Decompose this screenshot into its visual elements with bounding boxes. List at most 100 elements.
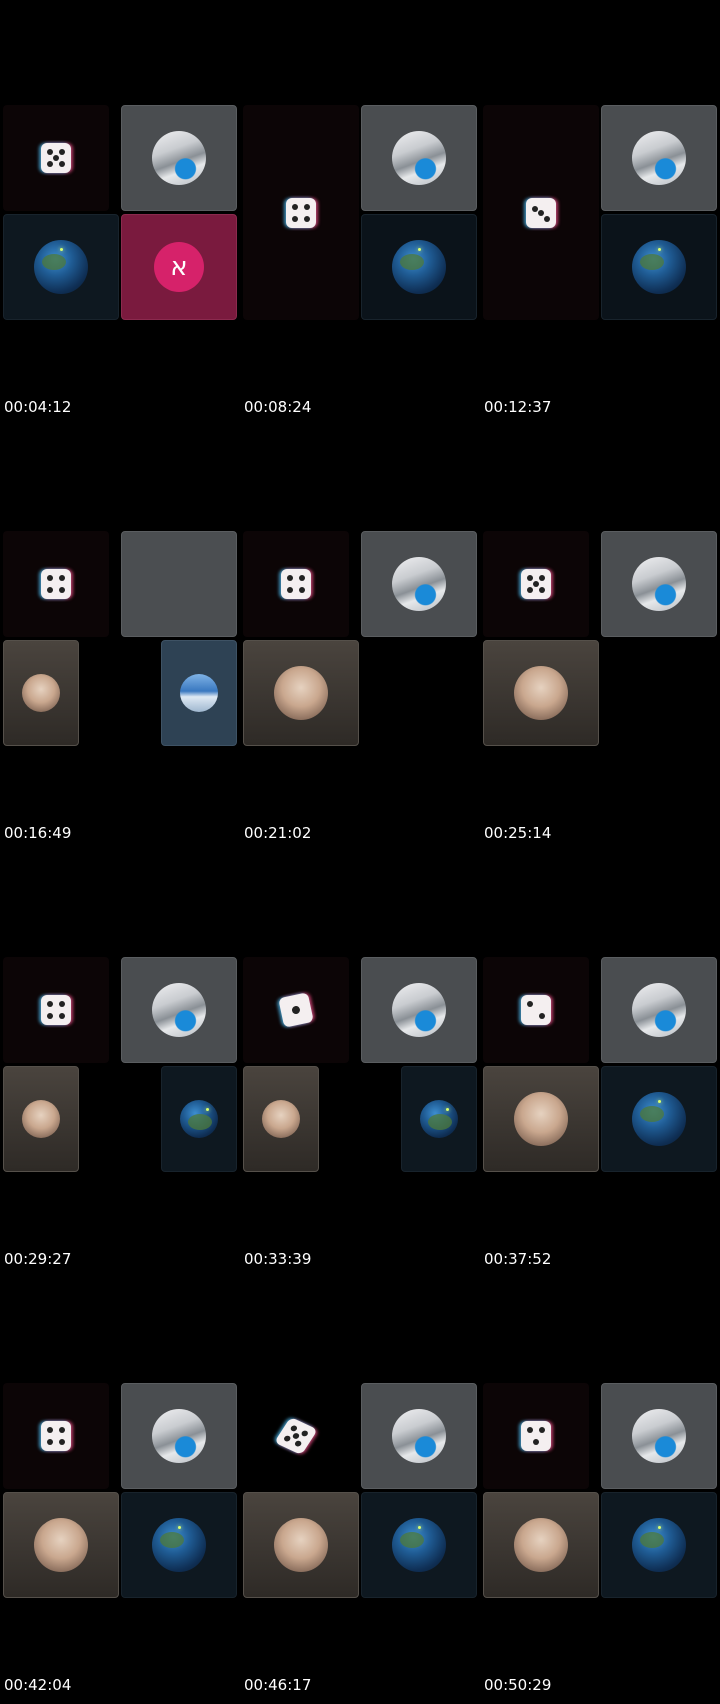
participant-tile-dice[interactable] xyxy=(243,957,349,1063)
ice-avatar-image xyxy=(392,1409,446,1463)
participant-tile-dice[interactable] xyxy=(483,1383,589,1489)
dice-icon xyxy=(41,1421,71,1451)
participant-tile-ice[interactable] xyxy=(361,531,477,637)
participant-tile-face[interactable] xyxy=(483,1066,599,1172)
video-frame: 00:12:37 xyxy=(480,0,720,420)
participant-tile-ice[interactable] xyxy=(601,105,717,211)
video-frame: 00:50:29 xyxy=(480,1278,720,1698)
timestamp: 00:42:04 xyxy=(4,1676,72,1694)
ice-avatar-image xyxy=(152,983,206,1037)
timestamp: 00:12:37 xyxy=(484,398,552,416)
timestamp: 00:16:49 xyxy=(4,824,72,842)
participant-tile-face[interactable] xyxy=(3,640,79,746)
video-frame: 00:16:49 xyxy=(0,426,240,846)
video-frame: 00:42:04 xyxy=(0,1278,240,1698)
face-avatar-image xyxy=(514,666,568,720)
dice-icon xyxy=(521,569,551,599)
ice-avatar-image xyxy=(632,131,686,185)
face-avatar-image xyxy=(514,1092,568,1146)
earth-avatar-image xyxy=(632,1092,686,1146)
face-avatar-image xyxy=(514,1518,568,1572)
participant-tile-ice[interactable] xyxy=(361,957,477,1063)
sky-avatar-image xyxy=(180,674,218,712)
timestamp: 00:21:02 xyxy=(244,824,312,842)
participant-tile-dice[interactable] xyxy=(243,1383,349,1489)
earth-avatar-image xyxy=(420,1100,458,1138)
timestamp: 00:25:14 xyxy=(484,824,552,842)
participant-tile-earth[interactable] xyxy=(3,214,119,320)
dice-icon xyxy=(521,1421,551,1451)
participant-tile-dice[interactable] xyxy=(243,531,349,637)
participant-tile-ice[interactable] xyxy=(601,531,717,637)
dice-icon xyxy=(521,995,551,1025)
timestamp: 00:46:17 xyxy=(244,1676,312,1694)
participant-tile-dice[interactable] xyxy=(243,105,359,320)
face-avatar-image xyxy=(22,1100,60,1138)
participant-tile-letter[interactable]: א xyxy=(121,214,237,320)
video-frame: 00:46:17 xyxy=(240,1278,480,1698)
participant-tile-face[interactable] xyxy=(243,1492,359,1598)
participant-tile-ice[interactable] xyxy=(121,1383,237,1489)
ice-avatar-image xyxy=(392,131,446,185)
timestamp: 00:29:27 xyxy=(4,1250,72,1268)
participant-tile-ice[interactable] xyxy=(601,957,717,1063)
earth-avatar-image xyxy=(180,1100,218,1138)
letter-avatar: א xyxy=(154,242,204,292)
face-avatar-image xyxy=(274,666,328,720)
participant-tile-earth[interactable] xyxy=(361,214,477,320)
participant-tile-ice[interactable] xyxy=(601,1383,717,1489)
participant-tile-sky[interactable] xyxy=(161,640,237,746)
timestamp: 00:08:24 xyxy=(244,398,312,416)
participant-tile-dice[interactable] xyxy=(3,531,109,637)
earth-avatar-image xyxy=(632,240,686,294)
participant-tile-earth[interactable] xyxy=(601,1492,717,1598)
timestamp: 00:04:12 xyxy=(4,398,72,416)
video-frame: 00:25:14 xyxy=(480,426,720,846)
participant-tile-earth[interactable] xyxy=(601,214,717,320)
participant-tile-earth[interactable] xyxy=(161,1066,237,1172)
participant-tile-dice[interactable] xyxy=(483,531,589,637)
dice-icon xyxy=(286,197,316,228)
participant-tile-face[interactable] xyxy=(483,640,599,746)
participant-tile-dice[interactable] xyxy=(483,957,589,1063)
ice-avatar-image xyxy=(632,557,686,611)
participant-tile-dice[interactable] xyxy=(3,105,109,211)
participant-tile-earth[interactable] xyxy=(401,1066,477,1172)
participant-tile-dice[interactable] xyxy=(3,1383,109,1489)
participant-tile-face[interactable] xyxy=(243,640,359,746)
participant-tile-face[interactable] xyxy=(3,1066,79,1172)
participant-tile-ice[interactable] xyxy=(121,957,237,1063)
ice-avatar-image xyxy=(152,131,206,185)
participant-tile-ice[interactable] xyxy=(121,531,237,637)
participant-tile-earth[interactable] xyxy=(601,1066,717,1172)
dice-icon xyxy=(274,1416,318,1456)
earth-avatar-image xyxy=(392,240,446,294)
dice-icon xyxy=(41,143,71,173)
participant-tile-face[interactable] xyxy=(483,1492,599,1598)
video-frame: 00:21:02 xyxy=(240,426,480,846)
video-frame: 00:37:52 xyxy=(480,852,720,1272)
video-frame: 00:33:39 xyxy=(240,852,480,1272)
earth-avatar-image xyxy=(34,240,88,294)
timestamp: 00:33:39 xyxy=(244,1250,312,1268)
video-frame: 00:29:27 xyxy=(0,852,240,1272)
participant-tile-face[interactable] xyxy=(243,1066,319,1172)
participant-tile-earth[interactable] xyxy=(121,1492,237,1598)
participant-tile-ice[interactable] xyxy=(121,105,237,211)
face-avatar-image xyxy=(274,1518,328,1572)
ice-avatar-image xyxy=(632,983,686,1037)
participant-tile-ice[interactable] xyxy=(361,105,477,211)
ice-avatar-image xyxy=(632,1409,686,1463)
participant-tile-face[interactable] xyxy=(3,1492,119,1598)
dice-icon xyxy=(526,197,556,228)
participant-tile-earth[interactable] xyxy=(361,1492,477,1598)
ice-avatar-image xyxy=(152,1409,206,1463)
participant-tile-ice[interactable] xyxy=(361,1383,477,1489)
dice-icon xyxy=(278,992,314,1028)
earth-avatar-image xyxy=(392,1518,446,1572)
video-frame: 00:08:24 xyxy=(240,0,480,420)
participant-tile-dice[interactable] xyxy=(483,105,599,320)
dice-icon xyxy=(281,569,311,599)
ice-avatar-image xyxy=(392,983,446,1037)
participant-tile-dice[interactable] xyxy=(3,957,109,1063)
